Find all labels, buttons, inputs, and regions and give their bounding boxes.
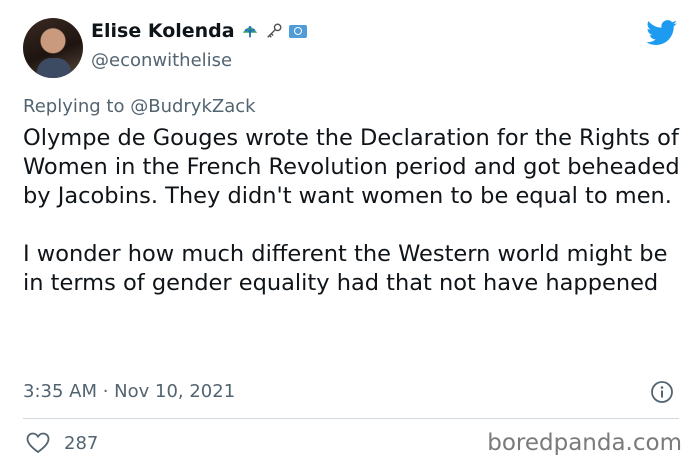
avatar[interactable] bbox=[23, 18, 83, 78]
twitter-bird-icon[interactable] bbox=[646, 20, 678, 46]
old-key-icon bbox=[266, 23, 282, 38]
replying-to-label: Replying to bbox=[23, 96, 125, 117]
replying-to-line: Replying to @BudrykZack bbox=[23, 96, 256, 117]
united-nations-flag-icon bbox=[288, 24, 307, 38]
divider bbox=[23, 418, 679, 419]
watermark: boredpanda.com bbox=[487, 430, 682, 456]
reply-mention-link[interactable]: @BudrykZack bbox=[130, 96, 255, 117]
heart-icon[interactable] bbox=[26, 432, 50, 454]
tweet-text: Olympe de Gouges wrote the Declaration f… bbox=[23, 124, 683, 298]
display-name[interactable]: Elise Kolenda bbox=[91, 20, 235, 42]
avatar-shirt bbox=[37, 58, 71, 78]
author-handle[interactable]: @econwithelise bbox=[91, 50, 232, 71]
author-name-row: Elise Kolenda bbox=[91, 20, 307, 42]
info-icon[interactable] bbox=[650, 380, 674, 404]
tweet-timestamp[interactable]: 3:35 AM · Nov 10, 2021 bbox=[23, 381, 235, 402]
like-count: 287 bbox=[64, 433, 99, 454]
tweet-paragraph: I wonder how much different the Western … bbox=[23, 241, 668, 296]
tweet-paragraph: Olympe de Gouges wrote the Declaration f… bbox=[23, 125, 680, 209]
peacock-icon bbox=[242, 26, 257, 38]
